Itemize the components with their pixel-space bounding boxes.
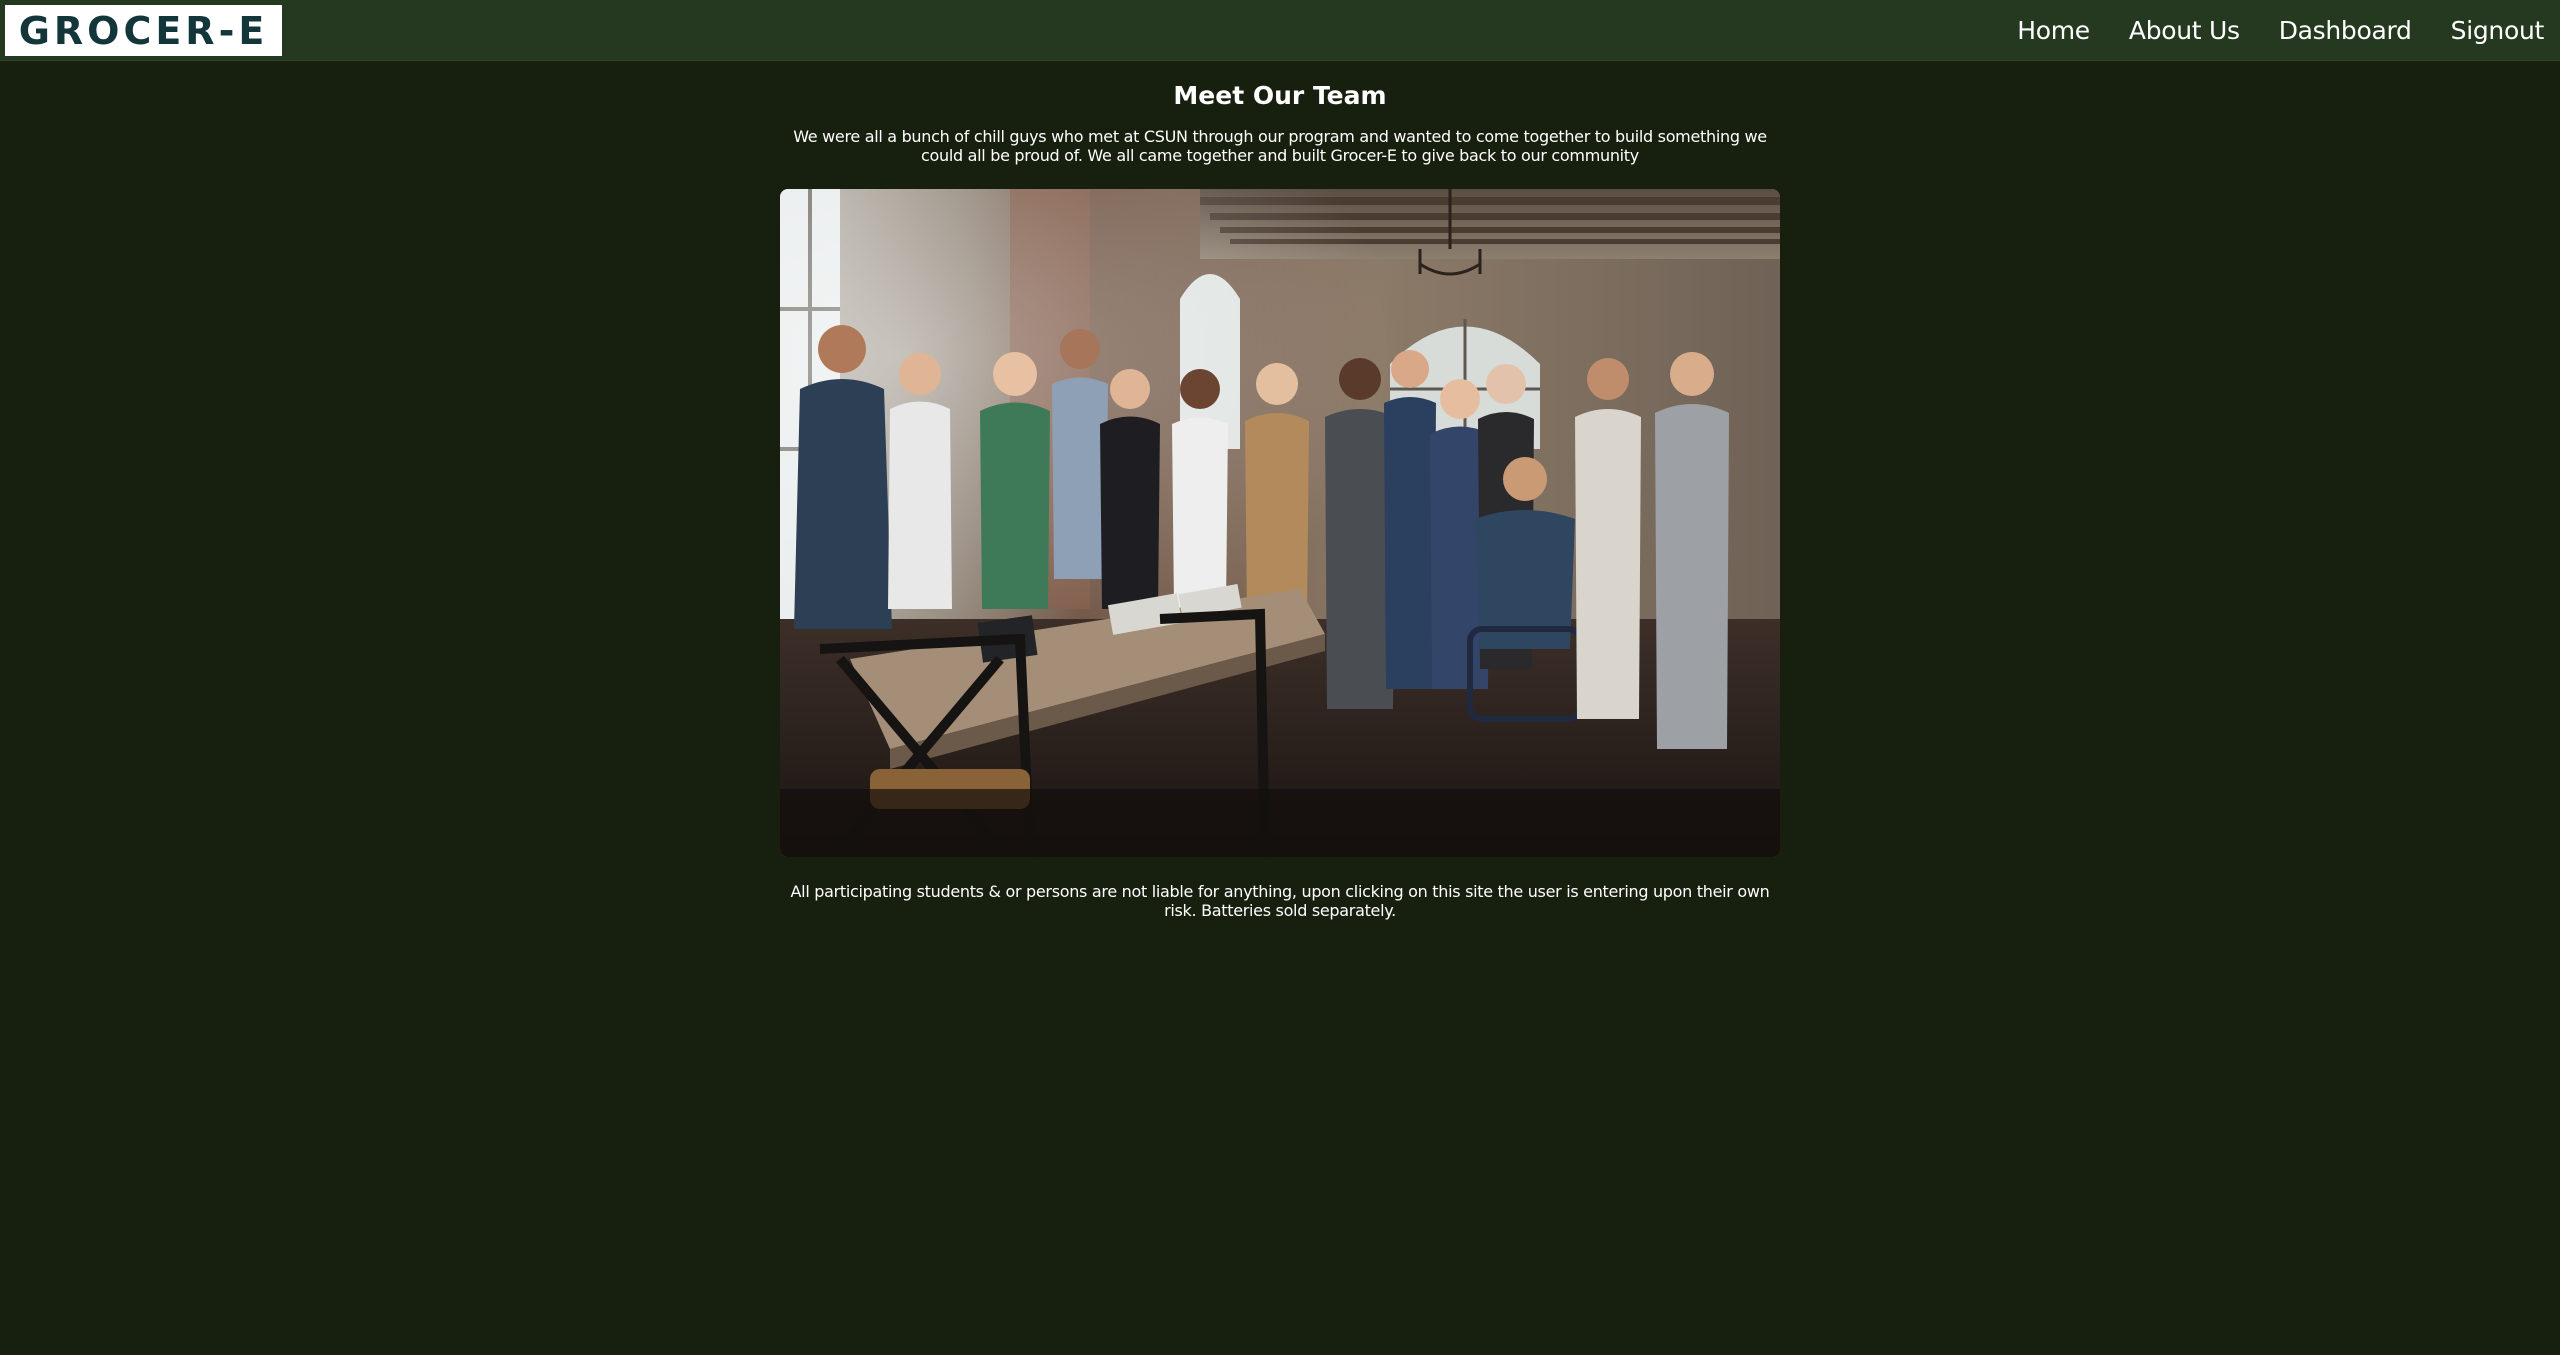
disclaimer-text: All participating students & or persons … [790,882,1770,920]
nav-home-link[interactable]: Home [2017,16,2090,45]
logo-text: GROCER-E [18,8,269,53]
team-intro-text: We were all a bunch of chill guys who me… [793,127,1767,165]
about-us-content: Meet Our Team We were all a bunch of chi… [780,60,1780,920]
nav-about-us-link[interactable]: About Us [2129,16,2240,45]
grocer-e-logo[interactable]: GROCER-E [5,5,282,56]
nav-dashboard-link[interactable]: Dashboard [2279,16,2412,45]
nav-signout-link[interactable]: Signout [2451,16,2545,45]
team-photo [780,189,1780,857]
nav-links: Home About Us Dashboard Signout [2017,0,2544,60]
top-navbar: GROCER-E Home About Us Dashboard Signout [0,0,2560,61]
page-title: Meet Our Team [1173,81,1387,110]
team-photo-illustration [780,189,1780,857]
